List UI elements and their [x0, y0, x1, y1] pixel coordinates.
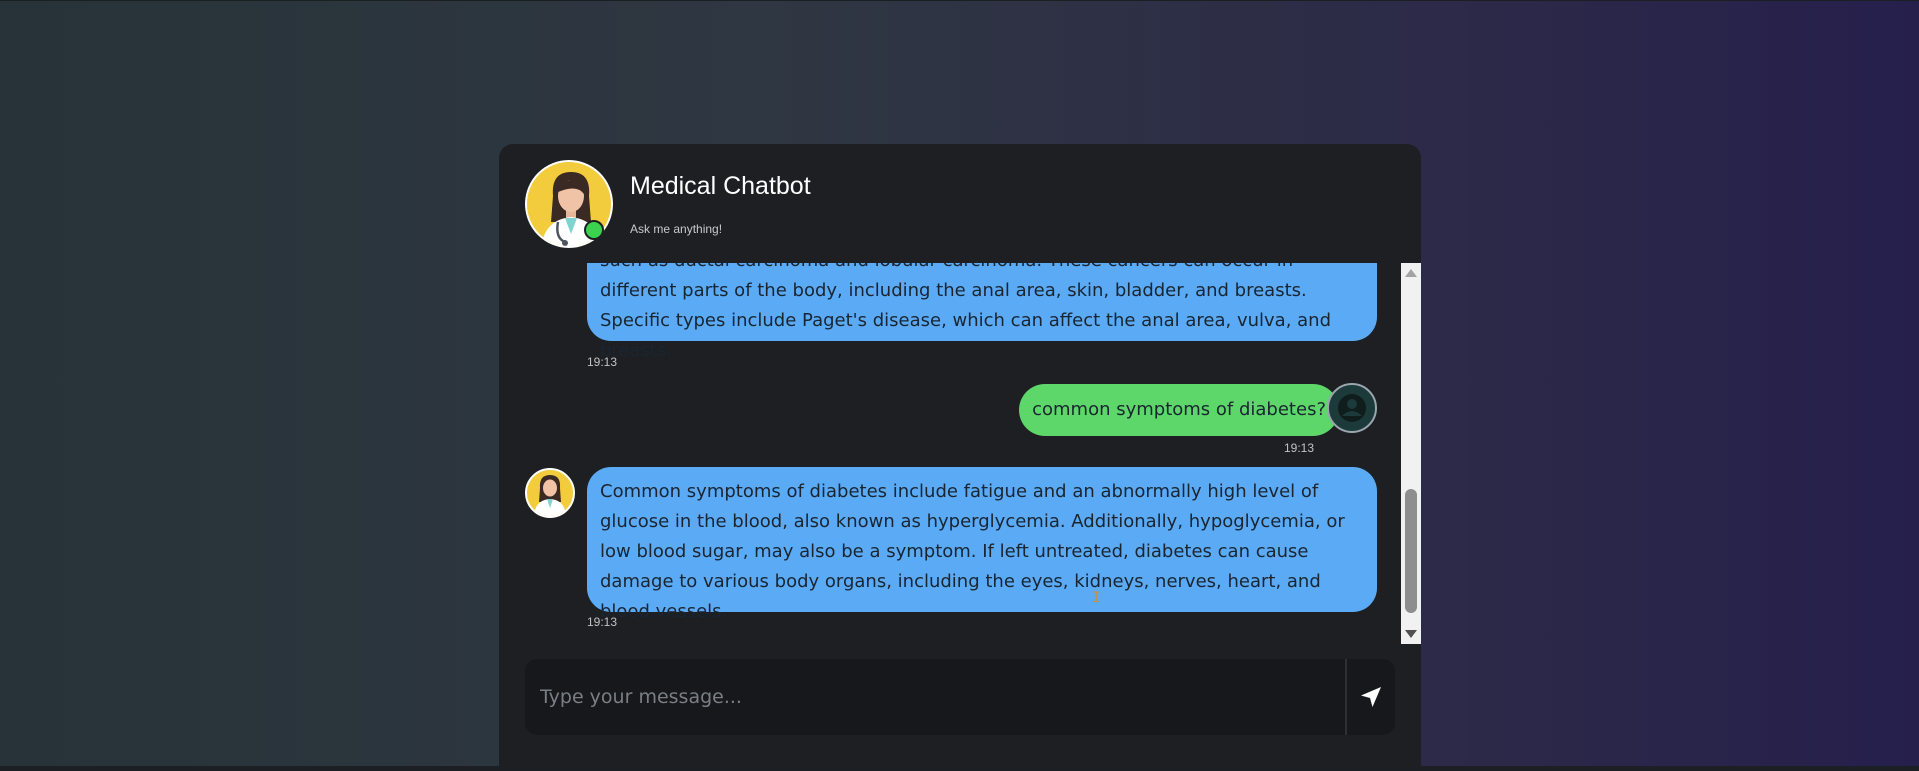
chat-window: Medical Chatbot Ask me anything! such as…	[499, 144, 1421, 771]
doctor-avatar-icon	[525, 468, 575, 518]
scroll-thumb[interactable]	[1405, 489, 1417, 613]
chat-header: Medical Chatbot Ask me anything!	[525, 160, 1385, 248]
message-time: 19:13	[587, 355, 618, 369]
send-icon	[1361, 687, 1381, 707]
send-button[interactable]	[1347, 659, 1395, 735]
message-time: 19:13	[1284, 441, 1315, 455]
message-input[interactable]	[525, 659, 1345, 735]
bot-message-bubble: Common symptoms of diabetes include fati…	[587, 467, 1377, 622]
scroll-up-arrow-icon[interactable]	[1405, 269, 1417, 277]
text-cursor-icon: I	[1092, 590, 1101, 606]
online-status-dot	[584, 220, 604, 240]
user-avatar-icon	[1327, 383, 1377, 433]
scroll-down-arrow-icon[interactable]	[1405, 630, 1417, 638]
message-list[interactable]: such as ductal carcinoma and lobular car…	[499, 263, 1401, 644]
bottom-strip	[0, 766, 1919, 771]
chat-title: Medical Chatbot	[630, 172, 811, 200]
top-border	[0, 0, 1919, 1]
user-message-bubble: common symptoms of diabetes?	[1019, 384, 1339, 436]
message-composer	[525, 659, 1395, 735]
message-time: 19:13	[587, 615, 618, 629]
bot-message-bubble: such as ductal carcinoma and lobular car…	[587, 263, 1377, 361]
chat-subtitle: Ask me anything!	[630, 222, 723, 236]
message-scrollbar[interactable]	[1401, 263, 1421, 644]
